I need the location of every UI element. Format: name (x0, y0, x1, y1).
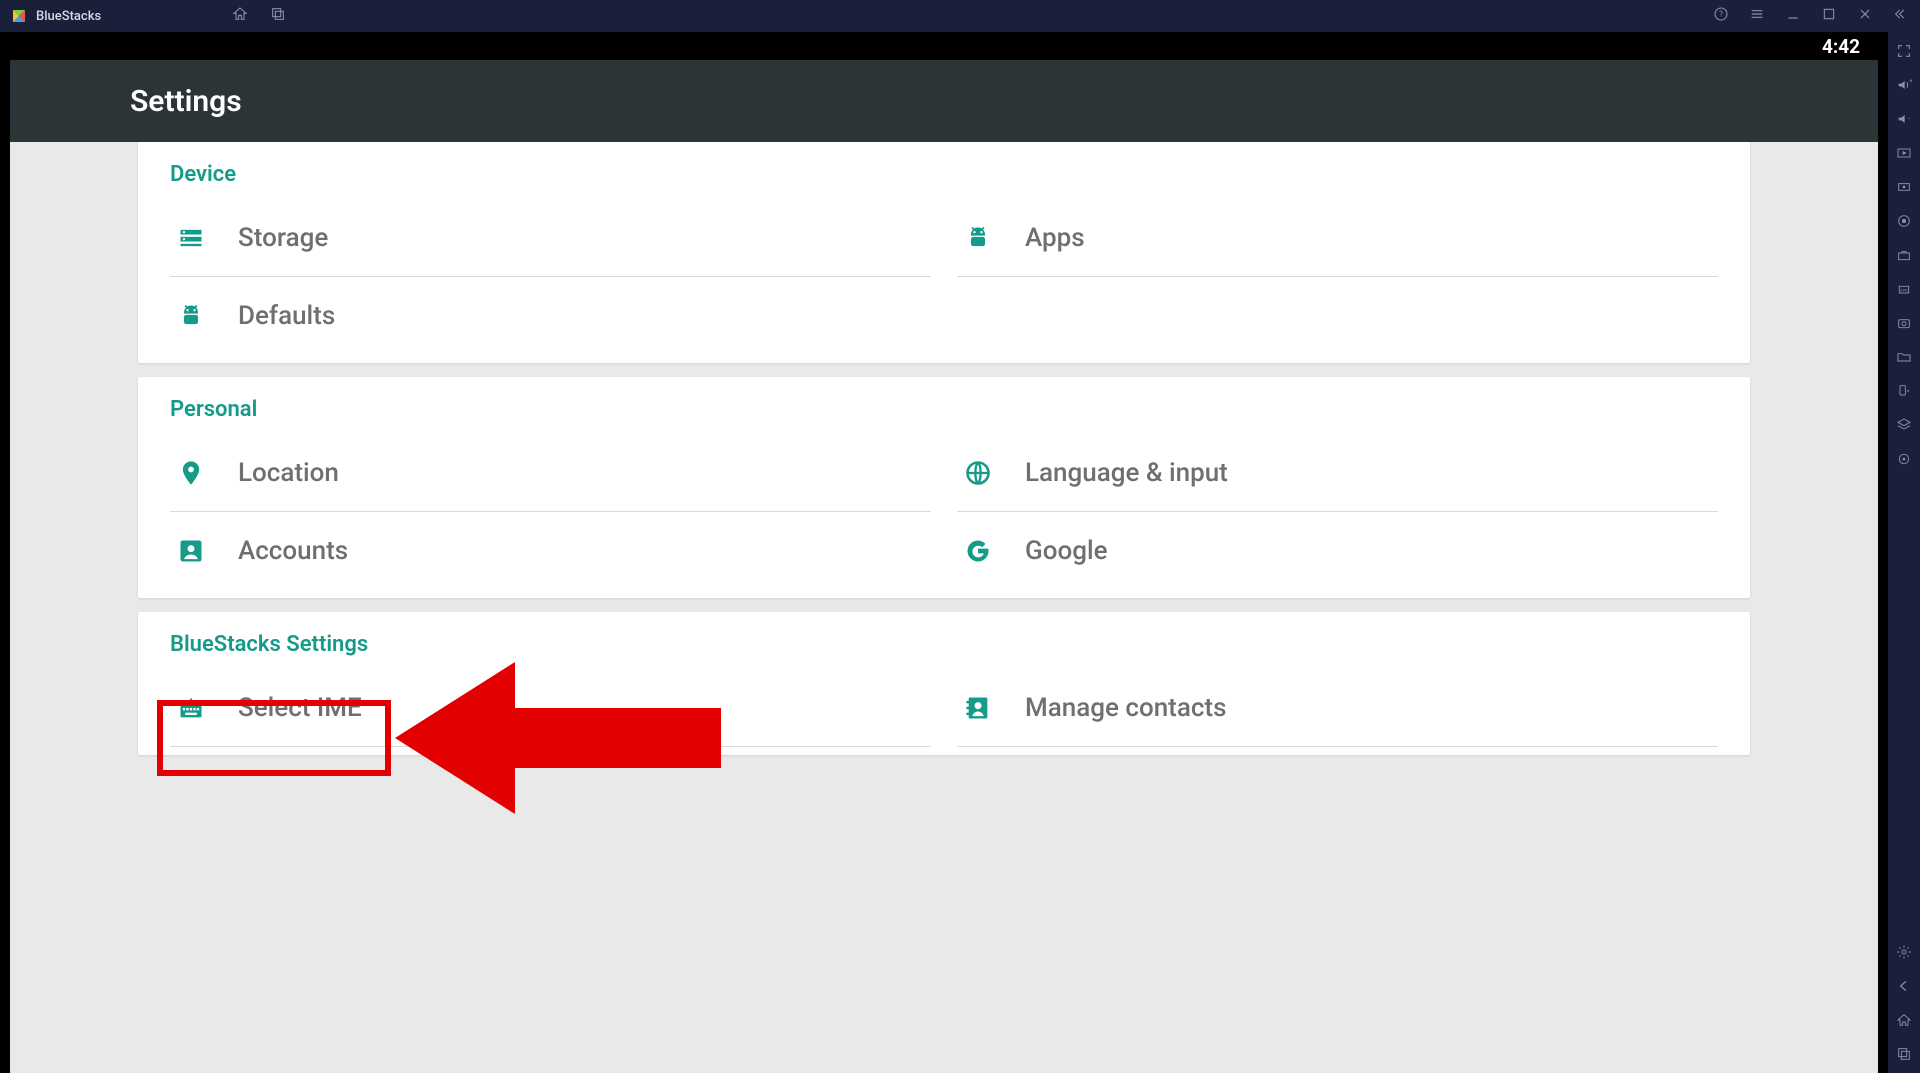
contacts-icon (963, 693, 993, 723)
android-icon (176, 301, 206, 331)
setting-location[interactable]: Location (170, 434, 931, 512)
svg-text:+: + (1909, 78, 1912, 85)
collapse-sidebar-icon[interactable] (1892, 6, 1910, 26)
setting-language-input[interactable]: Language & input (957, 434, 1718, 512)
setting-storage[interactable]: Storage (170, 199, 931, 277)
section-title-bluestacks: BlueStacks Settings (170, 632, 1718, 657)
layers-icon[interactable] (1895, 416, 1913, 434)
section-personal: Personal Location Language & (138, 377, 1750, 598)
app-name: BlueStacks (36, 9, 101, 24)
help-icon[interactable]: ? (1712, 6, 1730, 26)
setting-label: Select IME (238, 693, 362, 723)
section-bluestacks: BlueStacks Settings Select IME (138, 612, 1750, 755)
setting-label: Defaults (238, 301, 335, 331)
svg-text:?: ? (1719, 10, 1723, 19)
status-time: 4:42 (1822, 35, 1860, 58)
volume-down-icon[interactable]: - (1895, 110, 1913, 128)
rotate-icon[interactable] (1895, 382, 1913, 400)
fullscreen-icon[interactable] (1895, 42, 1913, 60)
setting-google[interactable]: Google (957, 512, 1718, 590)
section-device: Device Storage Apps (138, 142, 1750, 363)
setting-apps[interactable]: Apps (957, 199, 1718, 277)
bluestacks-logo-icon (10, 7, 28, 25)
setting-defaults[interactable]: Defaults (170, 277, 931, 355)
location-icon (176, 458, 206, 488)
account-icon (176, 536, 206, 566)
folder-icon[interactable] (1895, 348, 1913, 366)
maximize-icon[interactable] (1820, 6, 1838, 26)
hamburger-icon[interactable] (1748, 6, 1766, 26)
section-title-personal: Personal (170, 397, 1718, 422)
right-sidebar: + - APK (1888, 32, 1920, 1073)
back-icon[interactable] (1895, 977, 1913, 995)
setting-label: Language & input (1025, 458, 1228, 488)
setting-label: Apps (1025, 223, 1085, 253)
settings-content: Device Storage Apps (10, 142, 1878, 1073)
home-icon[interactable] (231, 6, 249, 26)
gear-icon[interactable] (1895, 943, 1913, 961)
minimize-icon[interactable] (1784, 6, 1802, 26)
android-statusbar: 4:42 (10, 32, 1878, 60)
section-title-device: Device (170, 162, 1718, 187)
record-icon[interactable] (1895, 212, 1913, 230)
recents-icon[interactable] (1895, 1045, 1913, 1063)
page-title: Settings (130, 84, 242, 119)
setting-label: Storage (238, 223, 328, 253)
stream-icon[interactable] (1895, 178, 1913, 196)
setting-label: Accounts (238, 536, 348, 566)
globe-icon (963, 458, 993, 488)
svg-text:APK: APK (1900, 288, 1908, 293)
close-icon[interactable] (1856, 6, 1874, 26)
multi-window-icon[interactable] (269, 6, 287, 26)
media-icon[interactable] (1895, 144, 1913, 162)
volume-up-icon[interactable]: + (1895, 76, 1913, 94)
setting-label: Location (238, 458, 339, 488)
android-home-icon[interactable] (1895, 1011, 1913, 1029)
keyboard-icon (176, 693, 206, 723)
android-icon (963, 223, 993, 253)
gps-icon[interactable] (1895, 450, 1913, 468)
toolbox-icon[interactable] (1895, 246, 1913, 264)
storage-icon (176, 223, 206, 253)
setting-manage-contacts[interactable]: Manage contacts (957, 669, 1718, 747)
apk-icon[interactable]: APK (1895, 280, 1913, 298)
titlebar: BlueStacks ? (0, 0, 1920, 32)
setting-select-ime[interactable]: Select IME (170, 669, 931, 747)
svg-text:-: - (1908, 113, 1910, 122)
setting-label: Manage contacts (1025, 693, 1226, 723)
screenshot-icon[interactable] (1895, 314, 1913, 332)
emulator-screen: 4:42 Settings Device Storage (0, 32, 1888, 1073)
settings-header: Settings (10, 60, 1878, 142)
google-icon (963, 536, 993, 566)
setting-accounts[interactable]: Accounts (170, 512, 931, 590)
setting-label: Google (1025, 536, 1108, 566)
